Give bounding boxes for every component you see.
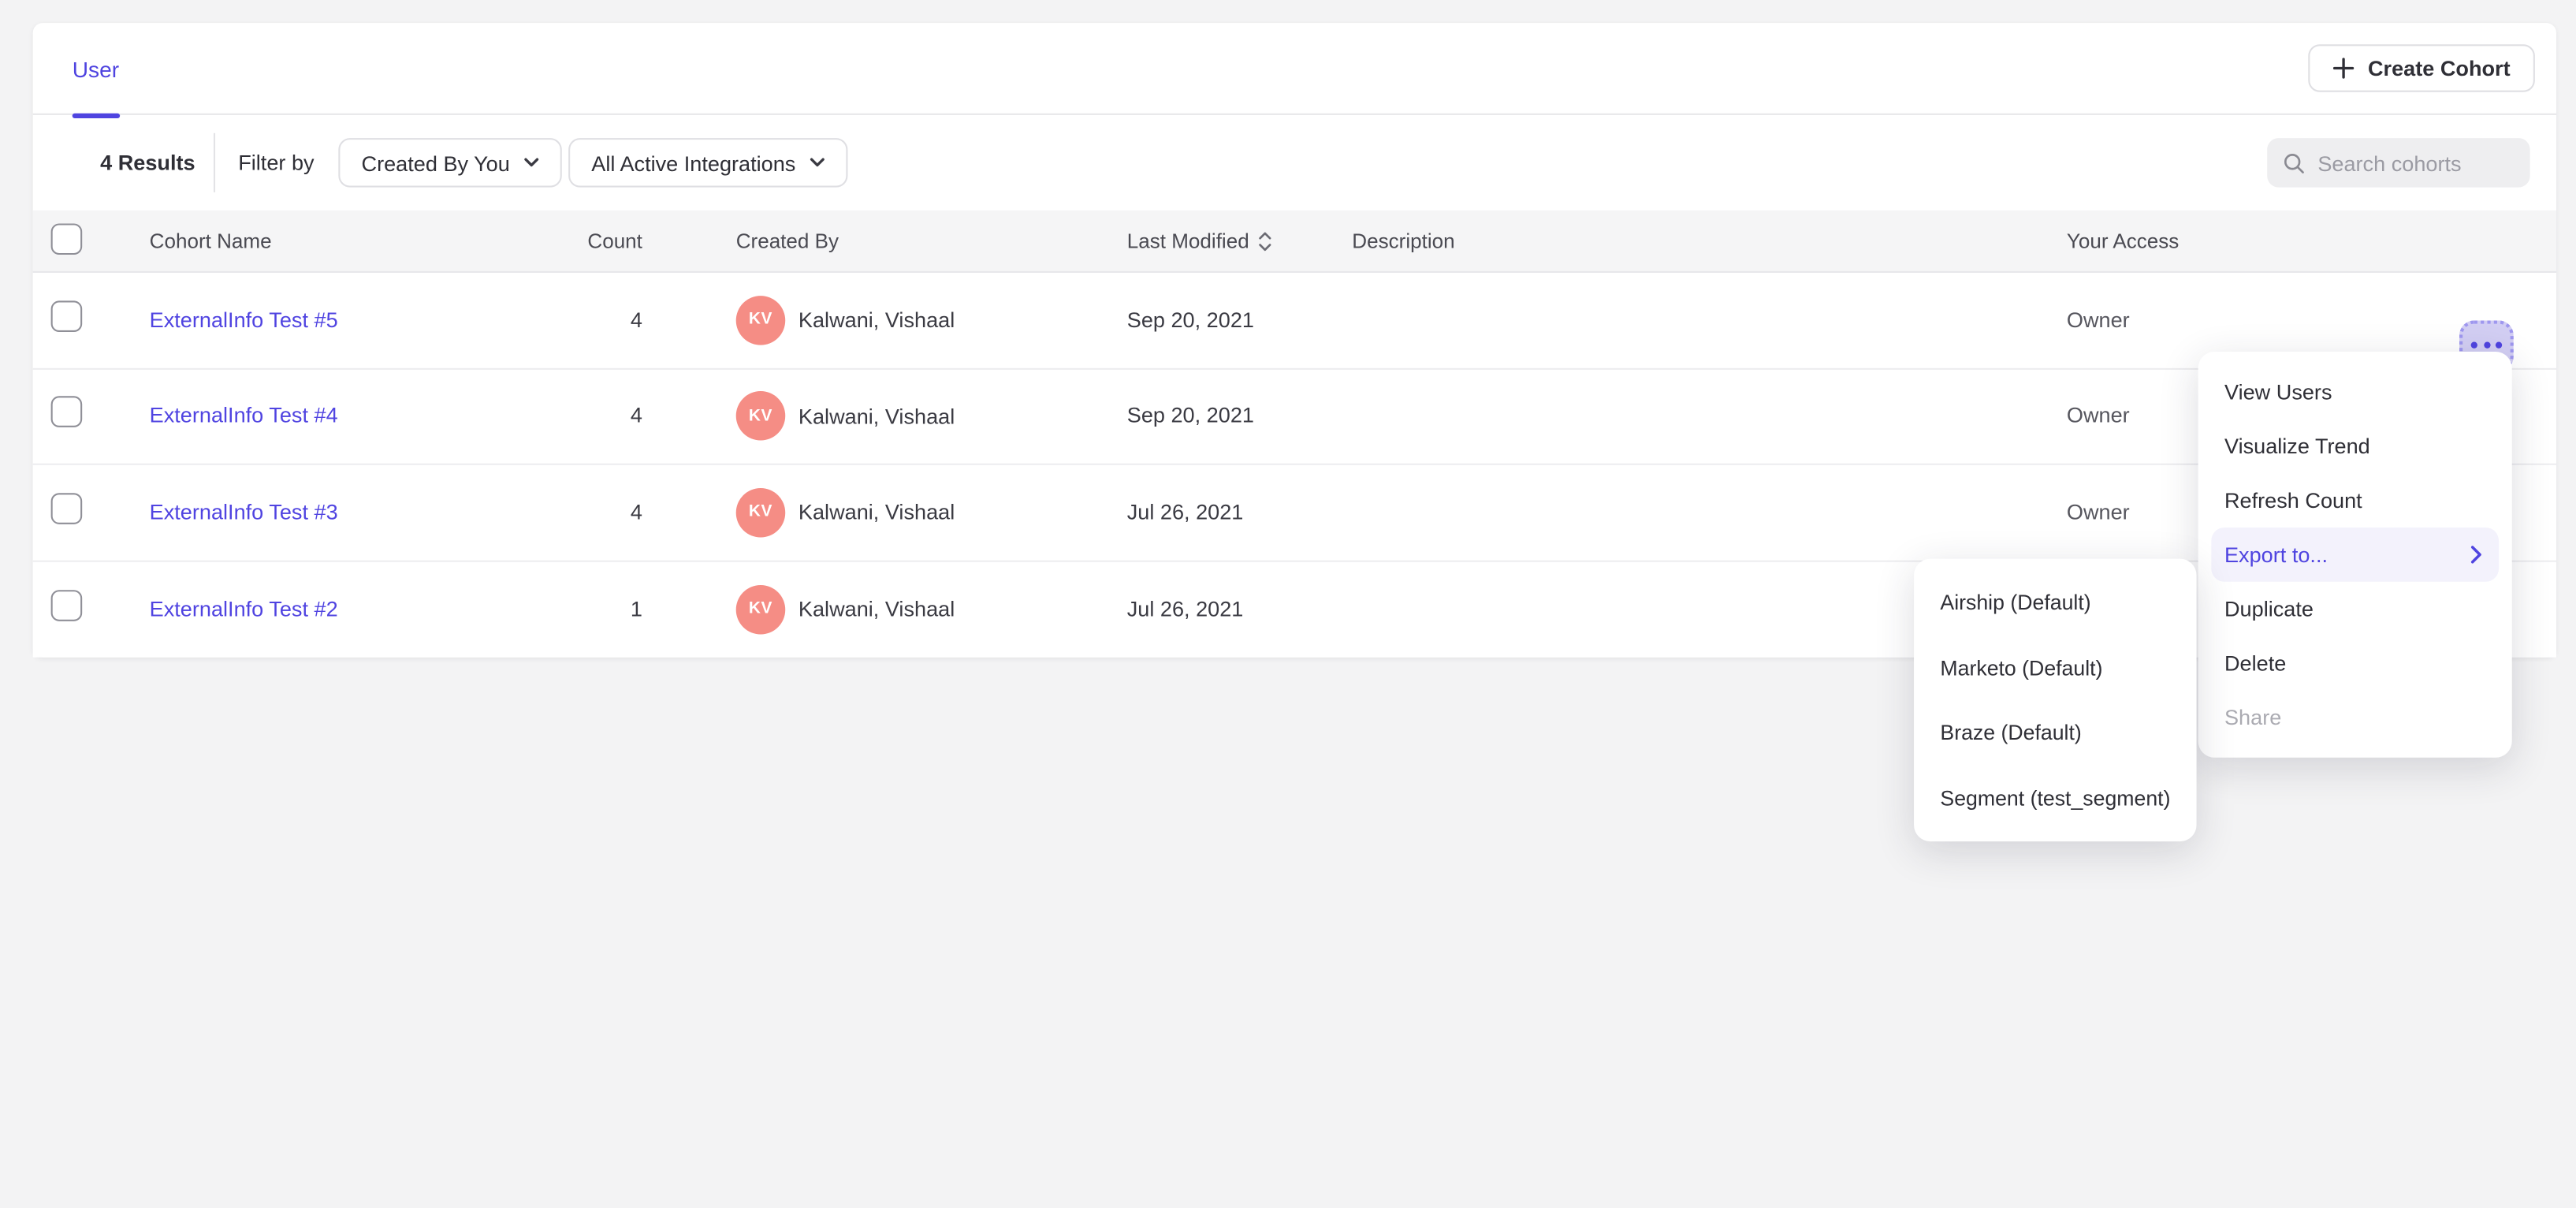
table-header: Cohort Name Count Created By Last Modifi…	[33, 211, 2556, 273]
create-cohort-button[interactable]: Create Cohort	[2309, 44, 2535, 91]
last-modified-date: Sep 20, 2021	[1127, 403, 1254, 427]
chevron-down-icon	[810, 158, 825, 168]
integrations-filter-value: All Active Integrations	[591, 151, 795, 175]
access-level: Owner	[2067, 403, 2130, 427]
toolbar-divider	[214, 133, 215, 192]
row-checkbox[interactable]	[51, 590, 83, 621]
tab-user[interactable]: User	[56, 23, 136, 115]
tab-user-label: User	[73, 57, 119, 81]
column-header-your-access: Your Access	[2067, 229, 2179, 252]
chevron-down-icon	[525, 158, 540, 168]
column-header-last-modified: Last Modified	[1127, 229, 1249, 252]
row-checkbox[interactable]	[51, 397, 83, 428]
search-box	[2267, 138, 2529, 188]
cohort-count: 1	[631, 596, 642, 621]
submenu-item-marketo[interactable]: Marketo (Default)	[1914, 636, 2196, 700]
avatar: KV	[736, 487, 786, 537]
row-checkbox[interactable]	[51, 300, 83, 332]
author-name: Kalwani, Vishaal	[798, 500, 955, 524]
dot	[2471, 342, 2477, 349]
dot	[2496, 342, 2502, 349]
cohort-count: 4	[631, 307, 642, 331]
last-modified-date: Sep 20, 2021	[1127, 307, 1254, 331]
cohort-name-link[interactable]: ExternalInfo Test #4	[150, 403, 338, 427]
search-icon	[2284, 151, 2305, 175]
submenu-item-braze[interactable]: Braze (Default)	[1914, 700, 2196, 765]
menu-item-export-label: Export to...	[2224, 542, 2328, 567]
table-row[interactable]: ExternalInfo Test #4 4 KV Kalwani, Vishaa…	[33, 369, 2556, 465]
menu-item-export-to[interactable]: Export to...	[2211, 528, 2499, 582]
avatar: KV	[736, 392, 786, 442]
avatar: KV	[736, 296, 786, 345]
menu-item-share: Share	[2198, 690, 2512, 744]
cohort-name-link[interactable]: ExternalInfo Test #5	[150, 307, 338, 331]
filter-by-label: Filter by	[238, 151, 314, 175]
filter-toolbar: 4 Results Filter by Created By You All A…	[33, 115, 2556, 211]
column-header-cohort-name: Cohort Name	[150, 229, 272, 252]
cohort-name-link[interactable]: ExternalInfo Test #2	[150, 596, 338, 621]
search-input[interactable]	[2317, 151, 2513, 175]
column-header-count: Count	[427, 229, 642, 252]
created-by-filter-value: Created By You	[362, 151, 510, 175]
sort-arrows-icon	[1259, 231, 1272, 251]
results-count: 4 Results	[100, 151, 195, 175]
last-modified-date: Jul 26, 2021	[1127, 596, 1244, 621]
row-actions-menu: View Users Visualize Trend Refresh Count…	[2198, 352, 2512, 758]
create-cohort-label: Create Cohort	[2368, 56, 2511, 80]
menu-item-delete[interactable]: Delete	[2198, 636, 2512, 691]
cohort-count: 4	[631, 403, 642, 427]
dot	[2483, 342, 2489, 349]
plus-icon	[2333, 58, 2355, 79]
column-header-created-by: Created By	[736, 229, 839, 252]
access-level: Owner	[2067, 499, 2130, 524]
integrations-filter-dropdown[interactable]: All Active Integrations	[568, 138, 848, 188]
row-checkbox[interactable]	[51, 493, 83, 524]
menu-item-duplicate[interactable]: Duplicate	[2198, 582, 2512, 636]
cohort-name-link[interactable]: ExternalInfo Test #3	[150, 499, 338, 524]
export-submenu: Airship (Default) Marketo (Default) Braz…	[1914, 559, 2196, 841]
cohorts-page: User Create Cohort 4 Results Filter by C…	[0, 0, 2576, 1208]
access-level: Owner	[2067, 307, 2130, 331]
menu-item-visualize-trend[interactable]: Visualize Trend	[2198, 419, 2512, 473]
menu-item-refresh-count[interactable]: Refresh Count	[2198, 473, 2512, 528]
author-name: Kalwani, Vishaal	[798, 597, 955, 621]
menu-item-view-users[interactable]: View Users	[2198, 365, 2512, 419]
created-by-filter-dropdown[interactable]: Created By You	[338, 138, 562, 188]
chevron-right-icon	[2471, 546, 2483, 564]
column-header-last-modified-sort[interactable]: Last Modified	[1127, 229, 1272, 252]
cohort-count: 4	[631, 499, 642, 524]
table-row[interactable]: ExternalInfo Test #3 4 KV Kalwani, Vishaa…	[33, 465, 2556, 561]
submenu-item-segment[interactable]: Segment (test_segment)	[1914, 765, 2196, 830]
avatar: KV	[736, 584, 786, 634]
author-name: Kalwani, Vishaal	[798, 404, 955, 428]
menu-item-export-slot: Export to...	[2198, 528, 2512, 582]
author-name: Kalwani, Vishaal	[798, 308, 955, 332]
column-header-description: Description	[1352, 229, 1454, 252]
table-row[interactable]: ExternalInfo Test #5 4 KV Kalwani, Vishaa…	[33, 273, 2556, 369]
last-modified-date: Jul 26, 2021	[1127, 499, 1244, 524]
submenu-item-airship[interactable]: Airship (Default)	[1914, 570, 2196, 635]
tab-strip: User Create Cohort	[33, 23, 2556, 115]
select-all-checkbox[interactable]	[51, 222, 83, 254]
